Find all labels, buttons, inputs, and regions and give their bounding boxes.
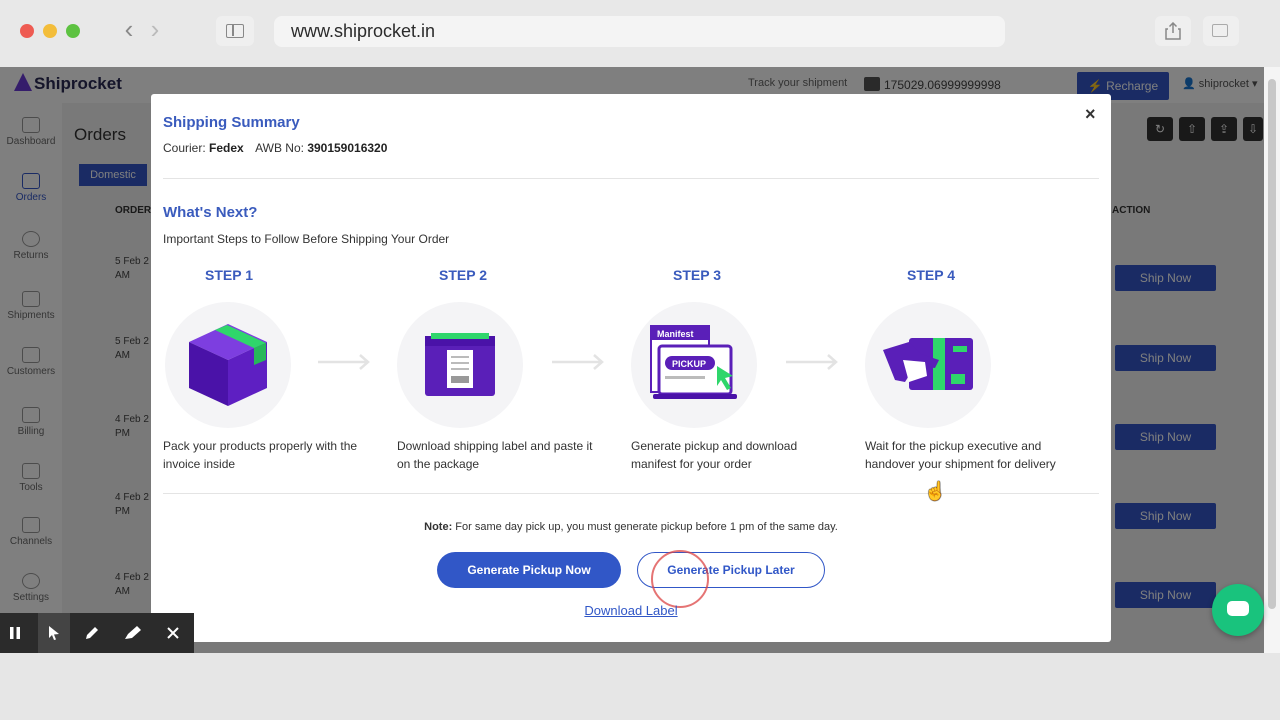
- annotation-toolbar: [0, 613, 194, 653]
- highlighter-icon: [125, 626, 141, 639]
- courier-info: Courier: Fedex AWB No: 390159016320: [163, 141, 387, 155]
- history-navigation: ‹ ›: [116, 14, 174, 46]
- scrollbar-thumb[interactable]: [1268, 79, 1276, 609]
- pen-icon: [86, 627, 98, 639]
- click-indicator: [651, 550, 709, 608]
- step-1-description: Pack your products properly with the inv…: [163, 439, 358, 471]
- tabs-icon: [1212, 24, 1228, 37]
- pause-button[interactable]: [3, 621, 27, 645]
- modal-title: Shipping Summary: [163, 114, 300, 131]
- screen: ‹› www.shiprocket.in Shiprocket Track yo…: [0, 0, 1280, 720]
- step-2-illustration: [397, 302, 523, 428]
- pen-tool-button[interactable]: [80, 621, 104, 645]
- note-label: Note:: [424, 521, 453, 533]
- awb-value: 390159016320: [307, 141, 388, 155]
- close-toolbar-button[interactable]: [161, 621, 185, 645]
- close-window-button[interactable]: [20, 24, 34, 38]
- page-scrollbar[interactable]: [1264, 67, 1280, 653]
- pointer-icon: [49, 626, 59, 640]
- share-icon: [1165, 21, 1181, 40]
- back-arrow-icon[interactable]: ‹: [116, 14, 142, 44]
- step-3-illustration: Manifest PICKUP: [631, 302, 757, 428]
- step-3-description: Generate pickup and download manifest fo…: [631, 439, 798, 471]
- divider: [163, 493, 1099, 494]
- sidebar-toggle-button[interactable]: [216, 16, 254, 46]
- pickup-manifest-icon: Manifest PICKUP: [650, 325, 737, 399]
- arrow-right-icon: [318, 354, 370, 370]
- note-text: For same day pick up, you must generate …: [452, 521, 838, 533]
- share-button[interactable]: [1155, 16, 1191, 46]
- minimize-window-button[interactable]: [43, 24, 57, 38]
- courier-value: Fedex: [209, 141, 244, 155]
- step-4-label: STEP 4: [907, 267, 955, 283]
- arrow-right-icon: [552, 354, 604, 370]
- arrow-right-icon: [786, 354, 838, 370]
- courier-label: Courier:: [163, 141, 206, 155]
- maximize-window-button[interactable]: [66, 24, 80, 38]
- chat-widget-button[interactable]: [1212, 584, 1264, 636]
- pause-icon: [10, 627, 20, 639]
- awb-label: AWB No:: [255, 141, 304, 155]
- step-4-description: Wait for the pickup executive and handov…: [865, 439, 1056, 471]
- divider: [163, 178, 1099, 179]
- address-bar[interactable]: www.shiprocket.in: [274, 16, 1005, 47]
- shipping-summary-modal: × Shipping Summary Courier: Fedex AWB No…: [151, 94, 1111, 642]
- tabs-overview-button[interactable]: [1203, 16, 1239, 46]
- forward-arrow-icon[interactable]: ›: [142, 14, 168, 44]
- manifest-art-text: Manifest: [657, 329, 694, 339]
- browser-toolbar: ‹ › www.shiprocket.in: [0, 0, 1280, 67]
- sidebar-icon: [226, 24, 244, 38]
- whats-next-subtitle: Important Steps to Follow Before Shippin…: [163, 232, 450, 246]
- step-2-description: Download shipping label and paste it on …: [397, 439, 593, 471]
- step-1-illustration: [165, 302, 291, 428]
- highlighter-tool-button[interactable]: [121, 621, 145, 645]
- generate-pickup-now-button[interactable]: Generate Pickup Now: [437, 552, 621, 588]
- pointer-tool-button[interactable]: [38, 613, 70, 653]
- download-label-link[interactable]: Download Label: [151, 603, 1111, 618]
- whats-next-title: What's Next?: [163, 204, 258, 221]
- step-4-illustration: [865, 302, 991, 428]
- step-1-label: STEP 1: [205, 267, 253, 283]
- package-box-icon: [189, 324, 267, 406]
- shipping-label-icon: [425, 333, 495, 396]
- step-3-label: STEP 3: [673, 267, 721, 283]
- pickup-art-text: PICKUP: [672, 359, 706, 369]
- pickup-note: Note: For same day pick up, you must gen…: [151, 521, 1111, 533]
- hand-cursor-icon: ☝: [924, 481, 947, 501]
- handover-package-icon: [883, 338, 973, 390]
- step-2-label: STEP 2: [439, 267, 487, 283]
- chat-icon: [1227, 601, 1249, 616]
- close-icon[interactable]: ×: [1085, 104, 1096, 125]
- close-icon: [167, 627, 179, 639]
- url-text: www.shiprocket.in: [291, 21, 436, 41]
